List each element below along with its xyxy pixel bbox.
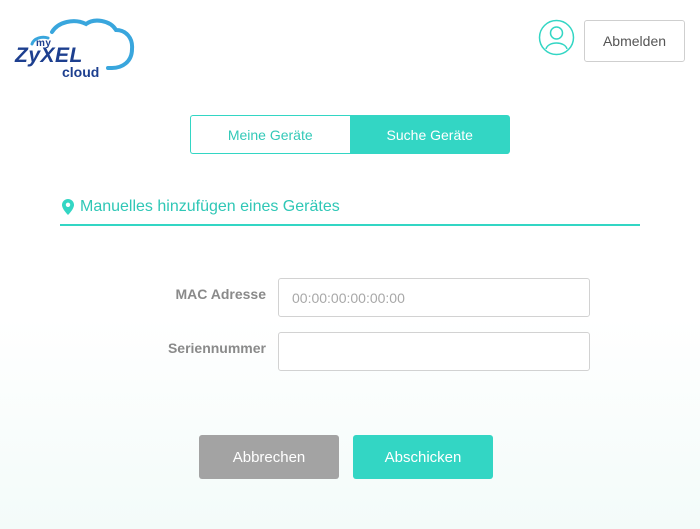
serial-number-label: Seriennummer: [167, 340, 266, 356]
tab-my-devices[interactable]: Meine Geräte: [190, 115, 350, 154]
tab-search-devices[interactable]: Suche Geräte: [349, 115, 510, 154]
serial-number-input[interactable]: [278, 332, 590, 371]
logo-cloud-text: cloud: [62, 64, 100, 80]
logout-button[interactable]: Abmelden: [584, 20, 685, 62]
section-title: Manuelles hinzufügen eines Gerätes: [80, 198, 340, 215]
section-header: Manuelles hinzufügen eines Gerätes: [60, 196, 640, 226]
user-circle-icon[interactable]: [538, 19, 575, 56]
submit-button[interactable]: Abschicken: [353, 435, 493, 479]
map-pin-icon: [62, 199, 74, 215]
cancel-button[interactable]: Abbrechen: [199, 435, 339, 479]
zyxel-cloud-logo: my ZyXEL cloud: [12, 18, 136, 82]
tab-bar: Meine Geräte Suche Geräte: [190, 115, 510, 154]
mac-address-label: MAC Adresse: [175, 286, 266, 302]
mac-address-input[interactable]: [278, 278, 590, 317]
